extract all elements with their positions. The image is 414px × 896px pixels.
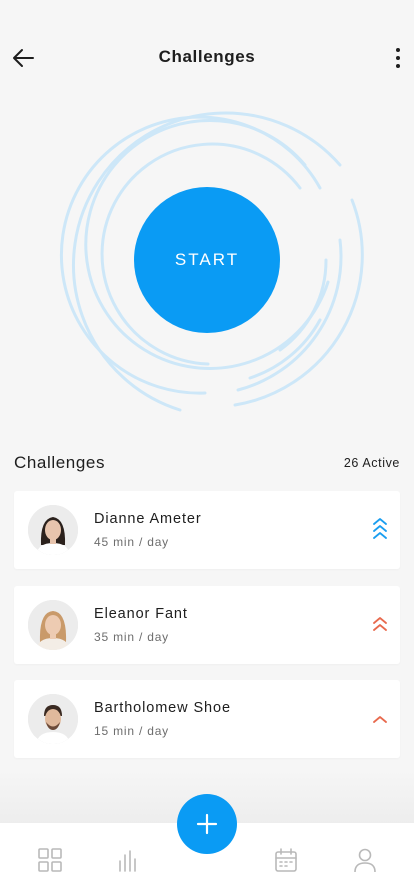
challenge-card[interactable]: Bartholomew Shoe 15 min / day	[14, 680, 400, 758]
challenge-duration: 15 min / day	[94, 724, 169, 738]
add-challenge-button[interactable]	[177, 794, 237, 854]
calendar-icon[interactable]	[273, 847, 299, 873]
challenge-card[interactable]: Dianne Ameter 45 min / day	[14, 491, 400, 569]
page-title: Challenges	[158, 47, 256, 66]
more-options-button[interactable]	[390, 42, 406, 74]
challenge-name: Eleanor Fant	[94, 606, 188, 622]
section-title: Challenges	[14, 453, 106, 472]
challenge-name: Bartholomew Shoe	[94, 700, 231, 716]
stats-icon[interactable]	[115, 847, 141, 873]
start-button[interactable]: START	[134, 187, 280, 333]
priority-medium-icon	[373, 617, 387, 631]
profile-icon[interactable]	[352, 847, 378, 873]
active-count: 26 Active	[343, 456, 400, 470]
avatar	[28, 505, 78, 555]
challenge-duration: 35 min / day	[94, 630, 169, 644]
challenge-duration: 45 min / day	[94, 535, 169, 549]
priority-low-icon	[373, 716, 387, 723]
challenges-section-header: Challenges 26 Active	[14, 452, 400, 474]
avatar	[28, 600, 78, 650]
avatar	[28, 694, 78, 744]
priority-high-icon	[373, 518, 387, 539]
dot	[396, 64, 400, 68]
dot	[396, 48, 400, 52]
dot	[396, 56, 400, 60]
challenge-card[interactable]: Eleanor Fant 35 min / day	[14, 586, 400, 664]
dashboard-icon[interactable]	[37, 847, 63, 873]
plus-icon	[196, 813, 218, 835]
challenge-name: Dianne Ameter	[94, 511, 202, 527]
